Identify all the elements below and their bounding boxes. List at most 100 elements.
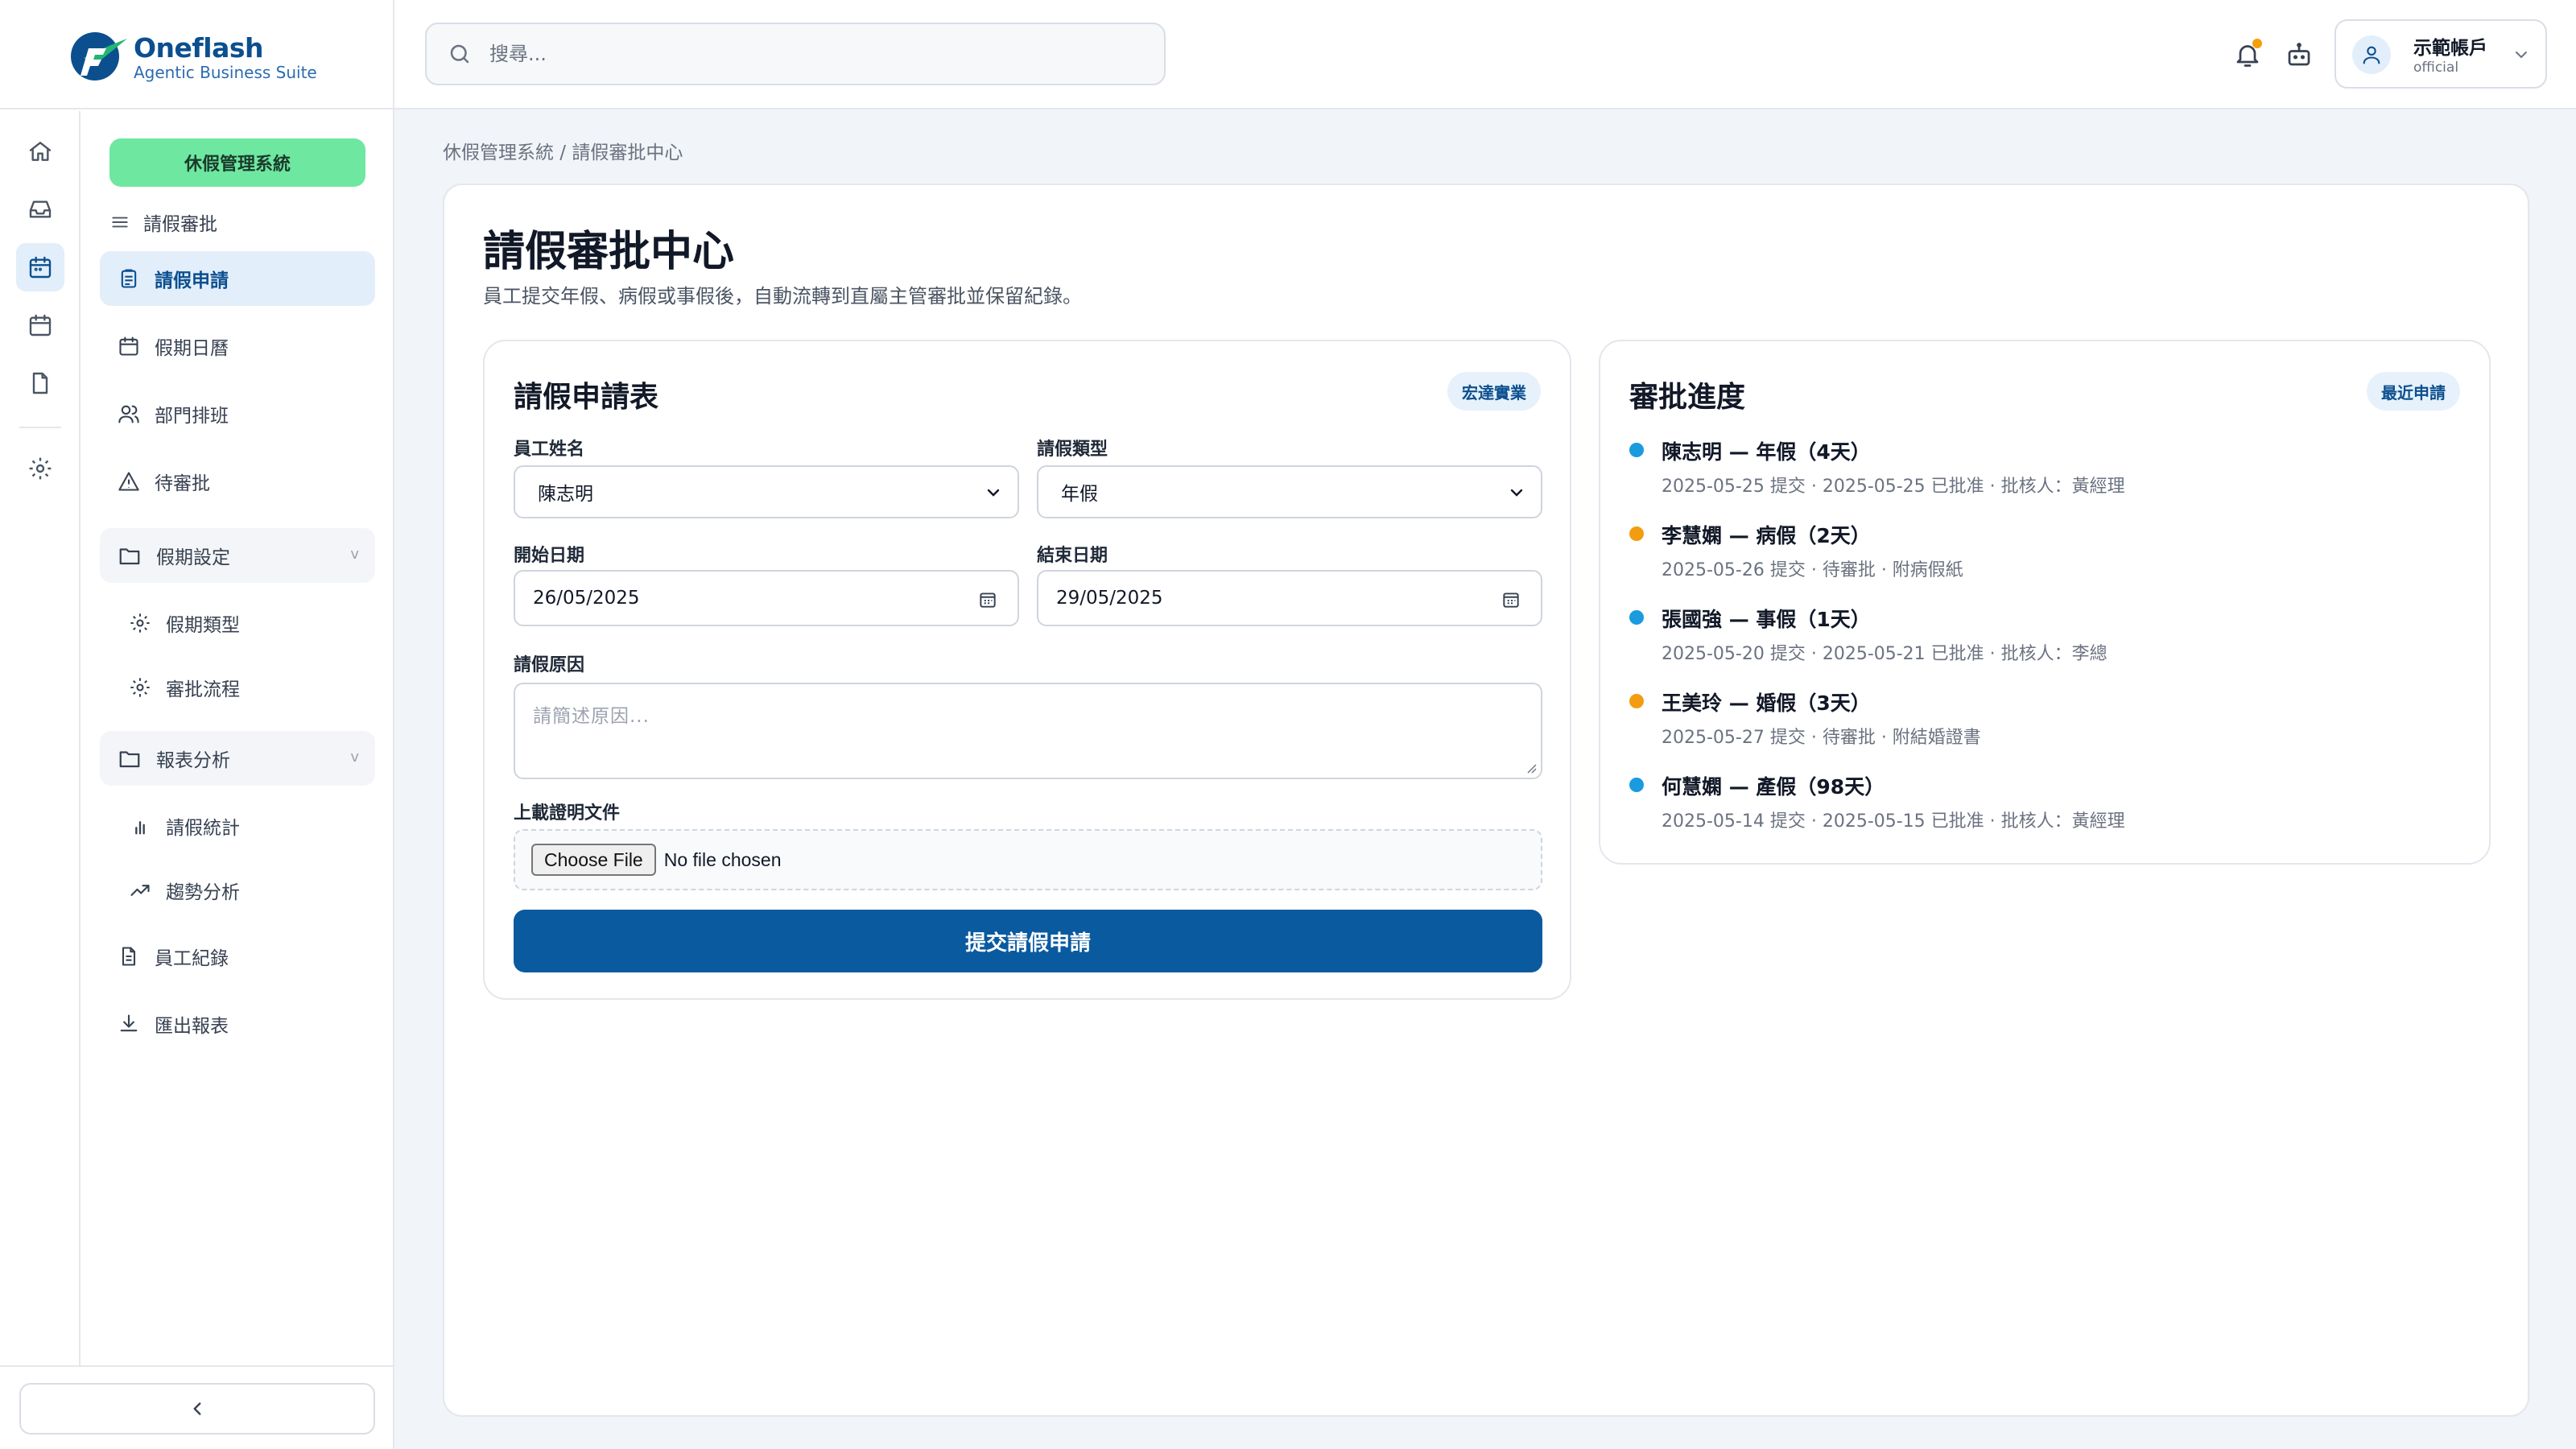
employee-select[interactable]: 陳志明 [514, 465, 1019, 518]
calendar-icon [29, 256, 52, 279]
sidebar-item-employee-records[interactable]: 員工紀錄 [100, 929, 375, 984]
sidebar-item-leave-stats[interactable]: 請假統計 [100, 799, 375, 853]
top-header: 示範帳戶 official [394, 0, 2576, 109]
gear-icon [130, 678, 150, 697]
rail-home-button[interactable] [16, 127, 64, 175]
submit-leave-button[interactable]: 提交請假申請 [514, 910, 1542, 972]
item-title: 陳志明 — 年假（4天） [1662, 440, 1871, 464]
file-status: No file chosen [663, 848, 782, 870]
form-title: 請假申請表 [514, 381, 659, 414]
main-card: 請假審批中心 員工提交年假、病假或事假後，自動流轉到直屬主管審批並保留紀錄。 請… [443, 184, 2529, 1417]
progress-title: 審批進度 [1629, 381, 1746, 414]
status-dot [1629, 778, 1644, 792]
status-dot [1629, 443, 1644, 457]
page-title: 請假審批中心 [483, 228, 735, 276]
sidebar-item-label: 趨勢分析 [166, 882, 240, 903]
sidebar-item-label: 審批流程 [166, 679, 240, 700]
choose-file-button[interactable]: Choose File [531, 844, 656, 876]
item-title: 李慧嫻 — 病假（2天） [1662, 524, 1871, 547]
system-badge[interactable]: 休假管理系統 [109, 138, 365, 187]
trend-up-icon [130, 885, 150, 896]
sidebar-item-export-report[interactable]: 匯出報表 [100, 997, 375, 1051]
reason-textarea[interactable]: 請簡述原因... [514, 683, 1542, 779]
assistant-bot-button[interactable] [2280, 35, 2318, 74]
calendar-icon [119, 336, 138, 356]
account-menu[interactable]: 示範帳戶 official [2334, 19, 2547, 89]
sidebar-group-reports[interactable]: 報表分析 v [100, 731, 375, 786]
gear-icon [130, 613, 150, 633]
rail-calendar-button[interactable] [16, 243, 64, 291]
sidebar-item-approval-flow[interactable]: 審批流程 [100, 660, 375, 715]
reason-placeholder: 請簡述原因... [533, 706, 650, 727]
calendar-icon[interactable] [1501, 589, 1521, 610]
sidebar-item-pending[interactable]: 待審批 [100, 454, 375, 509]
calendar-icon [29, 314, 52, 336]
brand-tagline: Agentic Business Suite [134, 63, 317, 82]
item-meta: 2025-05-20 提交 · 2025-05-21 已批准 · 批核人：李總 [1662, 644, 2107, 664]
sidebar-item-trend-analysis[interactable]: 趨勢分析 [100, 863, 375, 918]
sidebar-item-label: 假期設定 [156, 547, 230, 568]
leave-request-form: 請假申請表 宏達實業 員工姓名 陳志明 請假類型 年假 開始日期 26/05/2… [483, 340, 1571, 1000]
leave-type-label: 請假類型 [1037, 440, 1108, 460]
sidebar: Oneflash Agentic Business Suite 休假管理系統 請… [0, 0, 394, 1449]
upload-label: 上載證明文件 [514, 803, 621, 824]
sidebar-item-leave-calendar[interactable]: 假期日曆 [100, 319, 375, 374]
resize-handle-icon[interactable] [1525, 762, 1538, 774]
leave-type-select[interactable]: 年假 [1037, 465, 1542, 518]
sidebar-item-department-roster[interactable]: 部門排班 [100, 386, 375, 441]
end-date-label: 結束日期 [1037, 546, 1108, 566]
rail-settings-button[interactable] [16, 444, 64, 493]
item-meta: 2025-05-27 提交 · 待審批 · 附結婚證書 [1662, 728, 1981, 748]
robot-icon [2288, 43, 2310, 66]
item-title: 王美玲 — 婚假（3天） [1662, 691, 1871, 715]
chevron-down-icon [987, 489, 1000, 497]
search-bar[interactable] [425, 23, 1166, 85]
section-label: 請假審批 [109, 206, 217, 238]
sidebar-item-label: 員工紀錄 [155, 948, 229, 969]
chevron-down-icon: v [350, 749, 359, 766]
chevron-down-icon [1510, 489, 1523, 497]
sidebar-group-leave-settings[interactable]: 假期設定 v [100, 528, 375, 583]
chevron-down-icon [2516, 52, 2527, 59]
approval-progress-panel: 審批進度 最近申請 陳志明 — 年假（4天） 2025-05-25 提交 · 2… [1599, 340, 2491, 865]
sidebar-item-leave-types[interactable]: 假期類型 [100, 596, 375, 650]
start-date-label: 開始日期 [514, 546, 585, 566]
notifications-button[interactable] [2228, 35, 2267, 74]
search-icon [450, 44, 469, 64]
sidebar-item-label: 匯出報表 [155, 1016, 229, 1037]
collapse-sidebar-button[interactable] [19, 1383, 375, 1435]
end-date-value: 29/05/2025 [1056, 588, 1163, 609]
document-icon [122, 947, 136, 966]
employee-value: 陳志明 [538, 484, 593, 505]
account-role: official [2413, 60, 2459, 76]
home-icon [29, 142, 52, 161]
bar-chart-icon [135, 821, 145, 835]
avatar [2352, 35, 2391, 74]
inbox-icon [29, 200, 52, 218]
rail-inbox-button[interactable] [16, 185, 64, 233]
status-dot [1629, 526, 1644, 541]
employee-label: 員工姓名 [514, 440, 585, 460]
logo-area: Oneflash Agentic Business Suite [0, 0, 393, 109]
sidebar-item-label: 請假統計 [166, 818, 240, 839]
rail-schedule-button[interactable] [16, 301, 64, 349]
brand-name: Oneflash [134, 32, 264, 64]
item-title: 張國強 — 事假（1天） [1662, 608, 1871, 631]
calendar-icon[interactable] [977, 589, 998, 610]
reason-label: 請假原因 [514, 655, 585, 675]
file-upload-field[interactable]: Choose File No file chosen [514, 829, 1542, 890]
sidebar-item-label: 假期類型 [166, 615, 240, 636]
folder-icon [119, 548, 140, 565]
chevron-down-icon: v [350, 546, 359, 563]
status-dot [1629, 694, 1644, 708]
search-input[interactable] [489, 43, 1133, 65]
start-date-input[interactable]: 26/05/2025 [514, 570, 1019, 626]
document-icon [32, 372, 48, 394]
rail-document-button[interactable] [16, 359, 64, 407]
sidebar-item-label: 待審批 [155, 473, 210, 494]
sidebar-item-leave-request[interactable]: 請假申請 [100, 251, 375, 306]
sidebar-item-label: 假期日曆 [155, 338, 229, 359]
section-label-text: 請假審批 [143, 214, 217, 235]
company-tag: 宏達實業 [1447, 372, 1541, 411]
end-date-input[interactable]: 29/05/2025 [1037, 570, 1542, 626]
